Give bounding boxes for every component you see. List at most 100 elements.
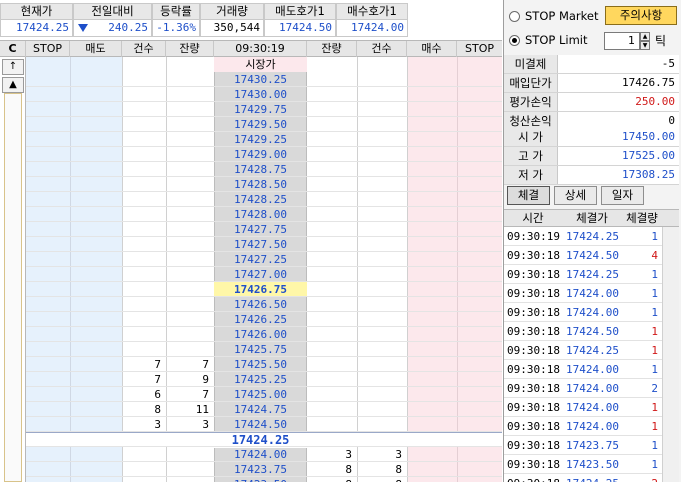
price-level[interactable]: 17424.00 — [214, 447, 307, 462]
trade-qty: 1 — [651, 344, 658, 357]
orderbook-row[interactable]: 17430.25 — [26, 72, 502, 87]
orderbook-scrollbar[interactable] — [4, 93, 22, 482]
arrow-up-icon[interactable]: ↑ — [2, 59, 24, 75]
trade-time: 09:30:19 — [507, 230, 560, 243]
tick-input[interactable]: 1 — [604, 32, 640, 50]
orderbook-row[interactable]: 17427.50 — [26, 237, 502, 252]
change-cell: 240.25 — [73, 20, 152, 37]
ask-count: 7 — [154, 358, 161, 371]
orderbook-row[interactable]: 17428.00 — [26, 207, 502, 222]
market-price-label[interactable]: 시장가 — [214, 57, 307, 72]
trade-row: 09:30:18 17424.00 2 — [504, 379, 679, 398]
price-level[interactable]: 17429.00 — [214, 147, 307, 162]
price-level[interactable]: 17427.75 — [214, 222, 307, 237]
trade-qty: 4 — [651, 249, 658, 262]
ask-qty: 7 — [202, 388, 209, 401]
price-level[interactable]: 17426.50 — [214, 297, 307, 312]
bid-qty: 8 — [345, 463, 352, 476]
trade-qty: 1 — [651, 268, 658, 281]
price-level[interactable]: 17429.25 — [214, 132, 307, 147]
orderbook-row[interactable]: 17424.25 — [26, 432, 502, 448]
price-level[interactable]: 17425.50 — [214, 357, 307, 372]
price-level[interactable]: 17427.25 — [214, 252, 307, 267]
ask-qty: 3 — [202, 418, 209, 431]
price-level[interactable]: 17425.25 — [214, 372, 307, 387]
trades-header-price: 체결가 — [576, 211, 608, 225]
stop-limit-radio[interactable] — [509, 35, 520, 46]
price-level[interactable]: 17428.50 — [214, 177, 307, 192]
stop-market-radio[interactable] — [509, 11, 520, 22]
price-level[interactable]: 17423.50 — [214, 477, 307, 482]
trade-qty: 1 — [651, 306, 658, 319]
orderbook-row[interactable]: 17430.00 — [26, 87, 502, 102]
price-level[interactable]: 17425.75 — [214, 342, 307, 357]
orderbook-row[interactable]: 17429.75 — [26, 102, 502, 117]
orderbook-clear-button[interactable]: C — [0, 41, 26, 57]
price-level[interactable]: 17428.25 — [214, 192, 307, 207]
trades-scrollbar[interactable] — [662, 227, 679, 482]
orderbook-row[interactable]: 17426.00 — [26, 327, 502, 342]
trade-row: 09:30:18 17423.50 1 — [504, 455, 679, 474]
trade-price: 17424.25 — [566, 230, 619, 243]
triangle-up-icon[interactable]: ▲ — [2, 77, 24, 93]
orderbook-row[interactable]: 17425.75 — [26, 342, 502, 357]
price-level[interactable]: 17427.00 — [214, 267, 307, 282]
trade-qty: 1 — [651, 363, 658, 376]
orderbook-row[interactable]: 17425.00 6 7 — [26, 387, 502, 402]
notice-button[interactable]: 주의사항 — [605, 6, 677, 25]
tab-trades[interactable]: 체결 — [507, 186, 550, 205]
chevron-up-icon[interactable]: ▲ — [640, 32, 650, 41]
col-header-ask-stop: STOP — [26, 41, 70, 57]
orderbook-row[interactable]: 17424.75 8 11 — [26, 402, 502, 417]
price-level[interactable]: 17429.50 — [214, 117, 307, 132]
tab-daily[interactable]: 일자 — [601, 186, 644, 205]
trade-row: 09:30:18 17424.00 1 — [504, 417, 679, 436]
price-level[interactable]: 17426.00 — [214, 327, 307, 342]
orderbook-row[interactable]: 17427.75 — [26, 222, 502, 237]
price-level[interactable]: 17424.50 — [214, 417, 307, 432]
price-level[interactable]: 17427.50 — [214, 237, 307, 252]
col-header-bid-count: 건수 — [357, 41, 407, 57]
orderbook-row[interactable]: 17423.5088 — [26, 477, 502, 482]
price-level[interactable]: 17430.00 — [214, 87, 307, 102]
orderbook-row[interactable]: 17426.75 — [26, 282, 502, 297]
price-level[interactable]: 17425.00 — [214, 387, 307, 402]
orderbook-row[interactable]: 17425.25 7 9 — [26, 372, 502, 387]
orderbook-row[interactable]: 17429.50 — [26, 117, 502, 132]
orderbook-row[interactable]: 17427.00 — [26, 267, 502, 282]
orderbook-row[interactable]: 17428.50 — [26, 177, 502, 192]
stop-limit-label[interactable]: STOP Limit — [525, 33, 587, 47]
orderbook-row[interactable]: 17426.50 — [26, 297, 502, 312]
trade-qty: 1 — [651, 325, 658, 338]
price-level[interactable]: 17426.25 — [214, 312, 307, 327]
orderbook-row[interactable]: 17427.25 — [26, 252, 502, 267]
price-level[interactable]: 17428.75 — [214, 162, 307, 177]
price-level[interactable]: 17426.75 — [214, 282, 307, 297]
price-level[interactable]: 17428.00 — [214, 207, 307, 222]
price-level[interactable]: 17424.75 — [214, 402, 307, 417]
orderbook-row[interactable]: 17423.75 8 8 — [26, 462, 502, 477]
price-level[interactable]: 17430.25 — [214, 72, 307, 87]
price-level[interactable]: 17429.75 — [214, 102, 307, 117]
orderbook-row[interactable]: 17424.00 3 3 — [26, 447, 502, 462]
col-header-ask-count: 건수 — [122, 41, 166, 57]
orderbook-row[interactable]: 17428.25 — [26, 192, 502, 207]
ask-count: 8 — [154, 403, 161, 416]
orderbook-row[interactable]: 17428.75 — [26, 162, 502, 177]
tab-detail[interactable]: 상세 — [554, 186, 597, 205]
orderbook-row[interactable]: 17426.25 — [26, 312, 502, 327]
trade-price: 17424.00 — [566, 287, 619, 300]
price-level[interactable]: 17423.75 — [214, 462, 307, 477]
chevron-down-icon[interactable]: ▼ — [640, 41, 650, 50]
bid-count: 8 — [357, 477, 407, 482]
col-header-bid-qty: 잔량 — [307, 41, 357, 57]
orderbook-row[interactable]: 17429.00 — [26, 147, 502, 162]
stop-market-label[interactable]: STOP Market — [525, 9, 599, 23]
orderbook-row[interactable]: 17425.50 7 7 — [26, 357, 502, 372]
trade-qty: 1 — [651, 401, 658, 414]
market-price-row[interactable]: 시장가 — [26, 57, 502, 72]
orderbook-row[interactable]: 17429.25 — [26, 132, 502, 147]
trade-row: 09:30:18 17424.50 4 — [504, 246, 679, 265]
orderbook-row[interactable]: 17424.50 3 3 — [26, 417, 502, 432]
info-label: 평가손익 — [504, 93, 558, 111]
